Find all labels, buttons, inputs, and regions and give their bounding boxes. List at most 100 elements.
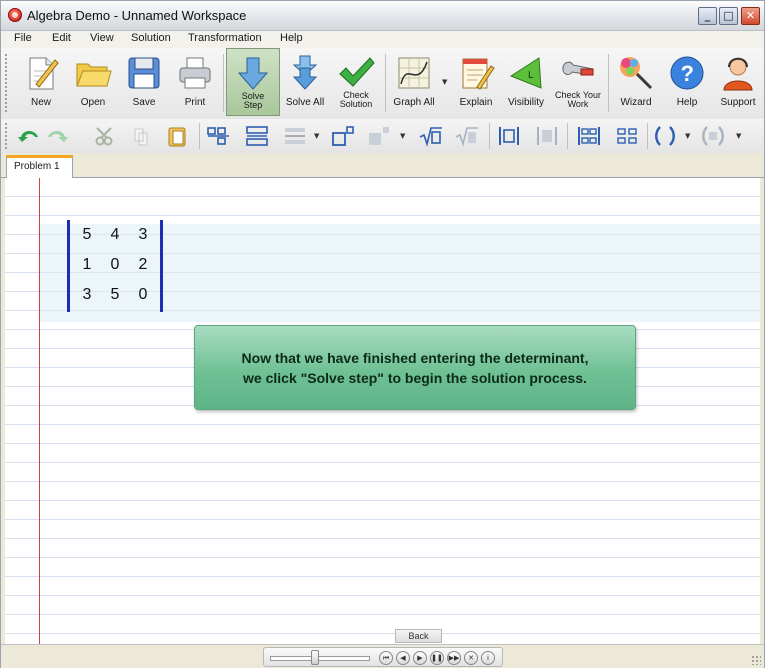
toolbar-grip[interactable] <box>5 123 10 149</box>
undo-icon[interactable] <box>17 125 41 147</box>
matrix-cell[interactable]: 2 <box>132 256 154 274</box>
exponent-dropdown[interactable]: ▼ <box>400 132 405 140</box>
skip-start-icon[interactable]: ⏮ <box>379 651 393 665</box>
graph-icon <box>398 57 430 89</box>
copy-icon[interactable] <box>129 125 153 147</box>
printer-icon <box>179 57 211 89</box>
toolbar-separator <box>385 54 386 112</box>
toolbar-separator <box>489 123 490 149</box>
fraction-icon[interactable] <box>207 125 231 147</box>
matrix-cell[interactable]: 0 <box>104 256 126 274</box>
matrix-cell[interactable]: 3 <box>76 286 98 304</box>
graph-all-label: Graph All <box>393 97 435 108</box>
double-down-arrow-icon <box>292 55 318 90</box>
visibility-label: Visibility <box>508 97 544 108</box>
app-logo-icon <box>8 8 22 22</box>
toolbar-grip[interactable] <box>5 54 10 112</box>
playback-slider-thumb[interactable] <box>311 650 320 665</box>
support-button[interactable]: Support <box>712 48 764 116</box>
matrix-cell[interactable]: 5 <box>76 226 98 244</box>
help-label: Help <box>676 97 698 108</box>
title-bar[interactable]: Algebra Demo - Unnamed Workspace _ □ ✕ <box>1 1 764 31</box>
parentheses-icon[interactable] <box>653 125 677 147</box>
stop-close-icon[interactable]: ✕ <box>464 651 478 665</box>
explain-button[interactable]: Explain <box>451 48 501 116</box>
stacked-fraction-icon[interactable] <box>245 125 269 147</box>
main-toolbar: New Open Save Print Solve Step Solve All… <box>1 48 764 119</box>
parentheses-filled-icon[interactable] <box>701 125 725 147</box>
callout-line-2: we click "Solve step" to begin the solut… <box>243 370 587 386</box>
toolbar-separator <box>647 123 648 149</box>
absolute-value-icon[interactable] <box>497 125 521 147</box>
solve-all-button[interactable]: Solve All <box>280 48 330 116</box>
matrix-cell[interactable]: 5 <box>104 286 126 304</box>
matrix-icon[interactable] <box>577 125 601 147</box>
check-your-work-button[interactable]: Check Your Work <box>551 48 605 116</box>
open-button[interactable]: Open <box>67 48 119 116</box>
playback-bar: Back ⏮ ◀ ▶ ❚❚ ▶▶ ✕ i <box>1 629 764 668</box>
print-label: Print <box>184 97 206 108</box>
playback-controls: ⏮ ◀ ▶ ❚❚ ▶▶ ✕ i <box>263 647 503 667</box>
solve-step-button[interactable]: Solve Step <box>226 48 280 116</box>
tab-label: Problem 1 <box>14 161 60 172</box>
menu-edit[interactable]: Edit <box>52 32 71 44</box>
check-solution-button[interactable]: Check Solution <box>330 48 382 116</box>
magic-wand-icon <box>620 57 653 90</box>
root-filled-icon[interactable] <box>455 125 479 147</box>
question-mark-icon: ? <box>670 56 704 90</box>
parentheses-dropdown[interactable]: ▼ <box>685 132 690 140</box>
play-icon[interactable]: ▶ <box>413 651 427 665</box>
division-icon[interactable] <box>283 125 307 147</box>
menu-solution[interactable]: Solution <box>131 32 171 44</box>
square-root-icon[interactable] <box>419 125 443 147</box>
determinant-matrix[interactable]: 5 4 3 1 0 2 3 5 0 <box>67 220 163 312</box>
toolbar-separator <box>608 54 609 112</box>
svg-text:?: ? <box>681 61 694 86</box>
determinant-icon[interactable] <box>615 125 639 147</box>
paste-icon[interactable] <box>165 125 189 147</box>
matrix-cell[interactable]: 0 <box>132 286 154 304</box>
minimize-button[interactable]: _ <box>698 7 717 25</box>
print-button[interactable]: Print <box>169 48 221 116</box>
absolute-filled-icon[interactable] <box>535 125 559 147</box>
menu-file[interactable]: File <box>14 32 32 44</box>
wizard-button[interactable]: Wizard <box>610 48 662 116</box>
pause-icon[interactable]: ❚❚ <box>430 651 444 665</box>
parentheses-filled-dropdown[interactable]: ▼ <box>736 132 741 140</box>
callout-line-1: Now that we have finished entering the d… <box>241 350 589 366</box>
cut-icon[interactable] <box>93 125 117 147</box>
solve-step-label: Solve Step <box>241 91 265 110</box>
solve-all-label: Solve All <box>285 97 325 108</box>
tab-problem-1[interactable]: Problem 1 <box>6 155 73 179</box>
green-triangle-icon: L <box>509 57 542 89</box>
menu-transformation[interactable]: Transformation <box>188 32 262 44</box>
visibility-button[interactable]: L Visibility <box>501 48 551 116</box>
fast-forward-icon[interactable]: ▶▶ <box>447 651 461 665</box>
save-button[interactable]: Save <box>119 48 169 116</box>
exponent-filled-icon[interactable] <box>367 125 391 147</box>
matrix-cell[interactable]: 4 <box>104 226 126 244</box>
graph-all-button[interactable]: Graph All <box>387 48 441 116</box>
close-button[interactable]: ✕ <box>741 7 760 25</box>
new-button[interactable]: New <box>15 48 67 116</box>
notepad-pencil-icon <box>462 58 495 90</box>
back-button[interactable]: Back <box>395 629 442 643</box>
resize-grip-icon[interactable] <box>751 655 761 665</box>
formatting-toolbar: ▼ ▼ ▼ ▼ <box>1 119 764 153</box>
division-dropdown[interactable]: ▼ <box>314 132 319 140</box>
rewind-icon[interactable]: ◀ <box>396 651 410 665</box>
info-icon[interactable]: i <box>481 651 495 665</box>
playback-slider-track[interactable] <box>270 656 370 661</box>
workspace-canvas[interactable]: 5 4 3 1 0 2 3 5 0 Now that we have finis… <box>5 178 760 644</box>
matrix-cell[interactable]: 3 <box>132 226 154 244</box>
matrix-cell[interactable]: 1 <box>76 256 98 274</box>
help-button[interactable]: ? Help <box>662 48 712 116</box>
menu-view[interactable]: View <box>90 32 114 44</box>
graph-all-dropdown[interactable]: ▼ <box>442 78 447 86</box>
menu-help[interactable]: Help <box>280 32 303 44</box>
redo-icon[interactable] <box>45 125 69 147</box>
exponent-icon[interactable] <box>331 125 355 147</box>
wrench-icon <box>562 61 594 76</box>
toolbar-separator <box>199 123 200 149</box>
maximize-button[interactable]: □ <box>719 7 738 25</box>
